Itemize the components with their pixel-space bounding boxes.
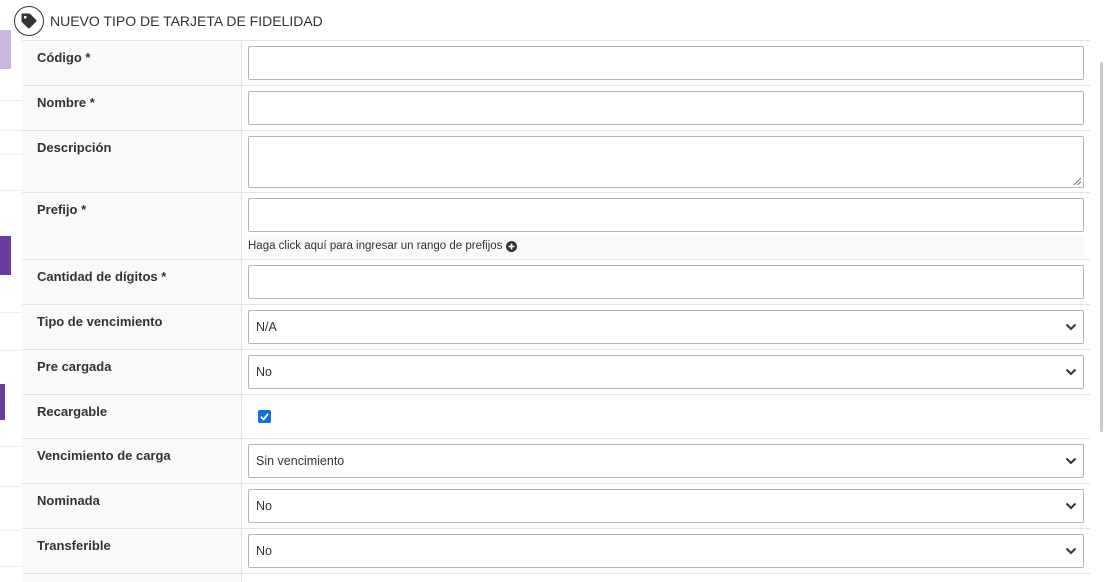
tipo-vencimiento-label: Tipo de vencimiento <box>22 305 242 349</box>
checkmark-icon <box>260 413 269 421</box>
sidebar-active-indicator <box>0 236 11 275</box>
cantidad-digitos-label: Cantidad de dígitos * <box>22 260 242 304</box>
scrollbar[interactable] <box>1100 0 1104 580</box>
codigo-input[interactable] <box>248 46 1084 80</box>
form-row-descripcion: Descripción <box>22 131 1090 193</box>
codigo-label: Código * <box>22 41 242 85</box>
transferible-select[interactable]: No <box>248 534 1084 568</box>
form-row-vencimiento-carga: Vencimiento de carga Sin vencimiento <box>22 439 1090 484</box>
loyalty-card-type-form: Código * Nombre * Descripción Prefijo * … <box>22 40 1090 582</box>
form-row-recargable: Recargable <box>22 395 1090 439</box>
vencimiento-carga-select[interactable]: Sin vencimiento <box>248 444 1084 478</box>
pre-cargada-value: No <box>256 365 272 379</box>
pre-cargada-select[interactable]: No <box>248 355 1084 389</box>
prefijo-label: Prefijo * <box>22 193 242 259</box>
recargable-checkbox[interactable] <box>258 410 271 423</box>
prefijo-input[interactable] <box>248 198 1084 232</box>
sidebar-divider <box>0 446 22 447</box>
prefix-range-link[interactable]: Haga click aquí para ingresar un rango d… <box>248 236 1084 256</box>
chevron-down-icon <box>1065 502 1077 510</box>
sidebar-divider <box>0 486 22 487</box>
chevron-down-icon <box>1065 368 1077 376</box>
form-row-tipo-vencimiento: Tipo de vencimiento N/A <box>22 305 1090 350</box>
nominada-select[interactable]: No <box>248 489 1084 523</box>
form-row-pre-cargada: Pre cargada No <box>22 350 1090 395</box>
sidebar-divider <box>0 154 22 155</box>
plus-circle-icon[interactable] <box>506 240 518 252</box>
sidebar-divider <box>0 312 22 313</box>
scrollbar-thumb[interactable] <box>1100 62 1103 432</box>
form-row-next-partial <box>22 574 1090 582</box>
sidebar-divider <box>0 530 22 531</box>
form-row-prefijo: Prefijo * Haga click aquí para ingresar … <box>22 193 1090 260</box>
vencimiento-carga-value: Sin vencimiento <box>256 454 345 468</box>
pre-cargada-label: Pre cargada <box>22 350 242 394</box>
nombre-input[interactable] <box>248 91 1084 125</box>
cantidad-digitos-input[interactable] <box>248 265 1084 299</box>
nombre-label: Nombre * <box>22 86 242 130</box>
chevron-down-icon <box>1065 323 1077 331</box>
chevron-down-icon <box>1065 547 1077 555</box>
next-row-label-cell <box>22 574 242 582</box>
form-row-cantidad-digitos: Cantidad de dígitos * <box>22 260 1090 305</box>
tipo-vencimiento-value: N/A <box>256 320 277 334</box>
sidebar-divider <box>0 350 22 351</box>
recargable-label: Recargable <box>22 395 242 438</box>
sidebar-divider <box>0 190 22 191</box>
sidebar-indicator-small <box>0 384 5 420</box>
descripcion-textarea[interactable] <box>248 136 1084 188</box>
form-row-codigo: Código * <box>22 41 1090 86</box>
transferible-value: No <box>256 544 272 558</box>
vencimiento-carga-label: Vencimiento de carga <box>22 439 242 483</box>
tipo-vencimiento-select[interactable]: N/A <box>248 310 1084 344</box>
prefix-range-link-text[interactable]: Haga click aquí para ingresar un rango d… <box>248 240 502 252</box>
tag-icon <box>14 6 44 36</box>
transferible-label: Transferible <box>22 529 242 573</box>
chevron-down-icon <box>1065 457 1077 465</box>
form-row-nominada: Nominada No <box>22 484 1090 529</box>
left-sidebar-edge <box>0 0 22 580</box>
sidebar-divider <box>0 100 22 101</box>
page-title: NUEVO TIPO DE TARJETA DE FIDELIDAD <box>50 13 323 29</box>
descripcion-label: Descripción <box>22 131 242 192</box>
sidebar-active-indicator-light <box>0 30 11 69</box>
form-row-transferible: Transferible No <box>22 529 1090 574</box>
form-row-nombre: Nombre * <box>22 86 1090 131</box>
page-header: NUEVO TIPO DE TARJETA DE FIDELIDAD <box>14 5 1090 37</box>
nominada-label: Nominada <box>22 484 242 528</box>
resize-handle-icon[interactable] <box>1073 177 1081 185</box>
sidebar-divider <box>0 130 22 131</box>
nominada-value: No <box>256 499 272 513</box>
sidebar-divider <box>0 566 22 567</box>
